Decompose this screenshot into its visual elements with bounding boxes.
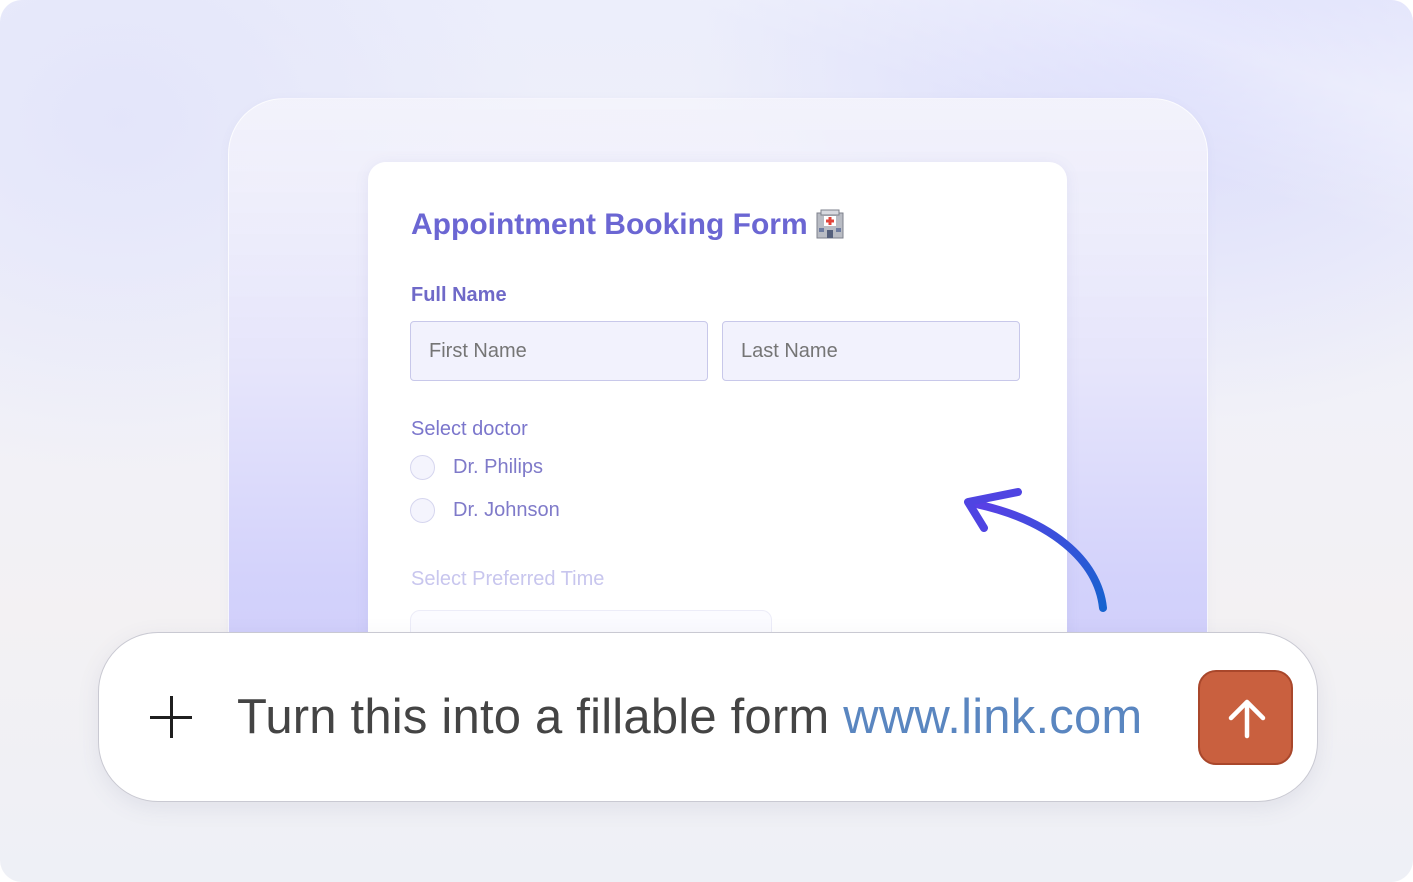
- form-title: Appointment Booking Form: [411, 208, 844, 242]
- prompt-input-bar[interactable]: Turn this into a fillable form www.link.…: [98, 632, 1318, 802]
- background-frame: Appointment Booking Form Full Name Selec…: [0, 0, 1413, 882]
- prompt-link[interactable]: www.link.com: [843, 690, 1142, 744]
- first-name-input[interactable]: [410, 321, 708, 381]
- arrow-up-icon: [1228, 699, 1266, 739]
- select-doctor-label: Select doctor: [411, 418, 528, 440]
- hospital-icon: [816, 209, 844, 239]
- prompt-input[interactable]: Turn this into a fillable form www.link.…: [237, 685, 1142, 749]
- preferred-time-label: Select Preferred Time: [411, 568, 605, 590]
- prompt-text: Turn this into a fillable form: [237, 690, 844, 744]
- full-name-label: Full Name: [411, 284, 507, 306]
- form-title-text: Appointment Booking Form: [411, 208, 808, 241]
- curved-arrow-icon: [964, 488, 1107, 612]
- radio-button[interactable]: [410, 498, 435, 523]
- send-button[interactable]: [1198, 670, 1293, 765]
- doctor-option-johnson[interactable]: Dr. Johnson: [410, 498, 560, 523]
- plus-icon[interactable]: [145, 691, 197, 743]
- radio-button[interactable]: [410, 455, 435, 480]
- last-name-input[interactable]: [722, 321, 1020, 381]
- doctor-option-label: Dr. Philips: [453, 456, 544, 478]
- doctor-option-philips[interactable]: Dr. Philips: [410, 455, 543, 480]
- doctor-option-label: Dr. Johnson: [453, 499, 560, 521]
